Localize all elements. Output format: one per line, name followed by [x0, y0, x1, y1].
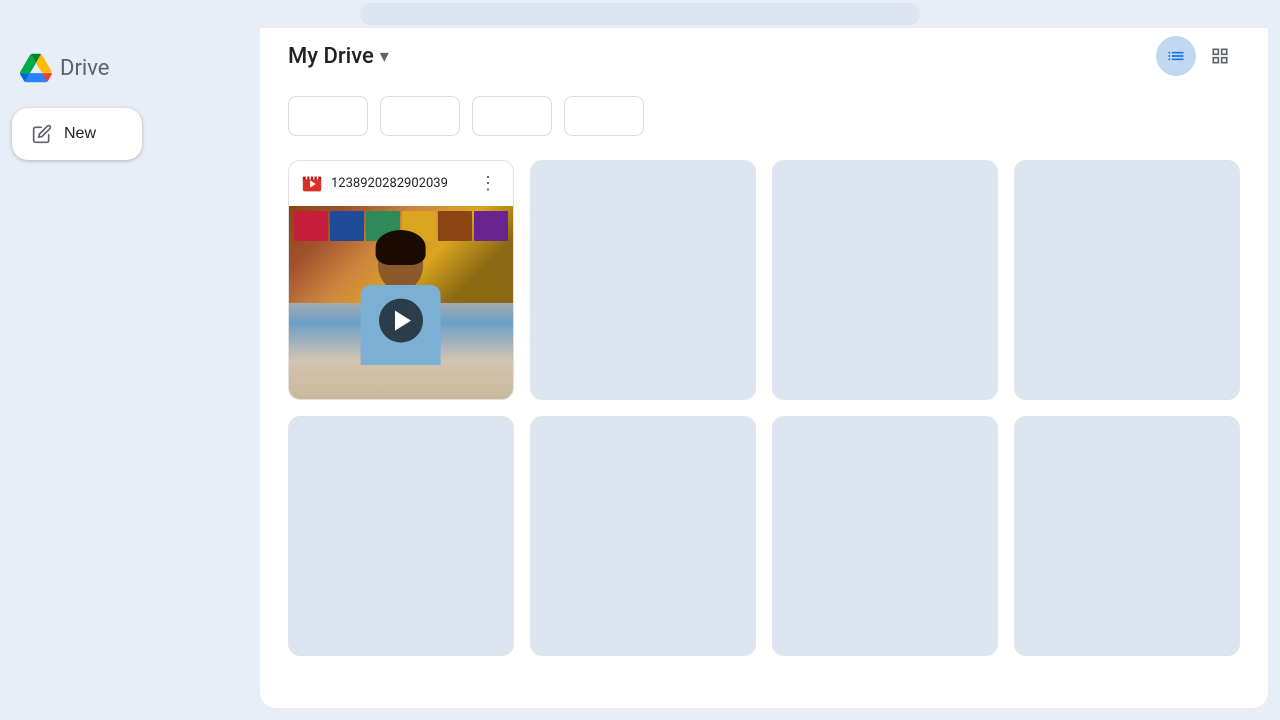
page-title: My Drive [288, 44, 374, 69]
title-dropdown-arrow[interactable]: ▾ [380, 46, 389, 67]
filter-row [288, 96, 1240, 136]
grid-view-button[interactable] [1200, 36, 1240, 76]
filter-chip-3[interactable] [472, 96, 552, 136]
filter-chip-1[interactable] [288, 96, 368, 136]
grid-view-icon [1210, 46, 1230, 66]
pencil-icon [32, 124, 52, 144]
file-card-skeleton-8 [1014, 416, 1240, 656]
view-toggle [1156, 36, 1240, 76]
file-card-header: 1238920282902039 ⋮ [289, 161, 513, 206]
list-view-button[interactable] [1156, 36, 1196, 76]
filter-chip-2[interactable] [380, 96, 460, 136]
play-triangle-icon [395, 311, 411, 331]
list-view-icon [1166, 46, 1186, 66]
file-card-skeleton-2 [530, 160, 756, 400]
file-card-skeleton-4 [1014, 160, 1240, 400]
app-title: Drive [60, 56, 109, 81]
logo-area: Drive [8, 44, 252, 100]
files-grid: 1238920282902039 ⋮ [288, 160, 1240, 656]
drive-logo-icon [20, 52, 52, 84]
video-play-overlay[interactable] [379, 299, 423, 343]
filter-chip-4[interactable] [564, 96, 644, 136]
new-button[interactable]: New [12, 108, 142, 160]
file-card-skeleton-5 [288, 416, 514, 656]
new-button-label: New [64, 125, 96, 143]
page-title-area: My Drive ▾ [288, 44, 389, 69]
main-content: My Drive ▾ [260, 12, 1268, 708]
file-card-skeleton-6 [530, 416, 756, 656]
file-card-skeleton-3 [772, 160, 998, 400]
file-card-video[interactable]: 1238920282902039 ⋮ [288, 160, 514, 400]
video-thumbnail-area [289, 206, 513, 400]
file-title-area: 1238920282902039 [301, 173, 448, 195]
search-bar-placeholder[interactable] [360, 3, 920, 25]
sidebar: Drive New [0, 0, 260, 720]
file-more-options-1[interactable]: ⋮ [475, 171, 501, 196]
page-header: My Drive ▾ [288, 36, 1240, 76]
video-file-icon [301, 173, 323, 195]
file-card-skeleton-7 [772, 416, 998, 656]
file-name-1: 1238920282902039 [331, 176, 448, 191]
